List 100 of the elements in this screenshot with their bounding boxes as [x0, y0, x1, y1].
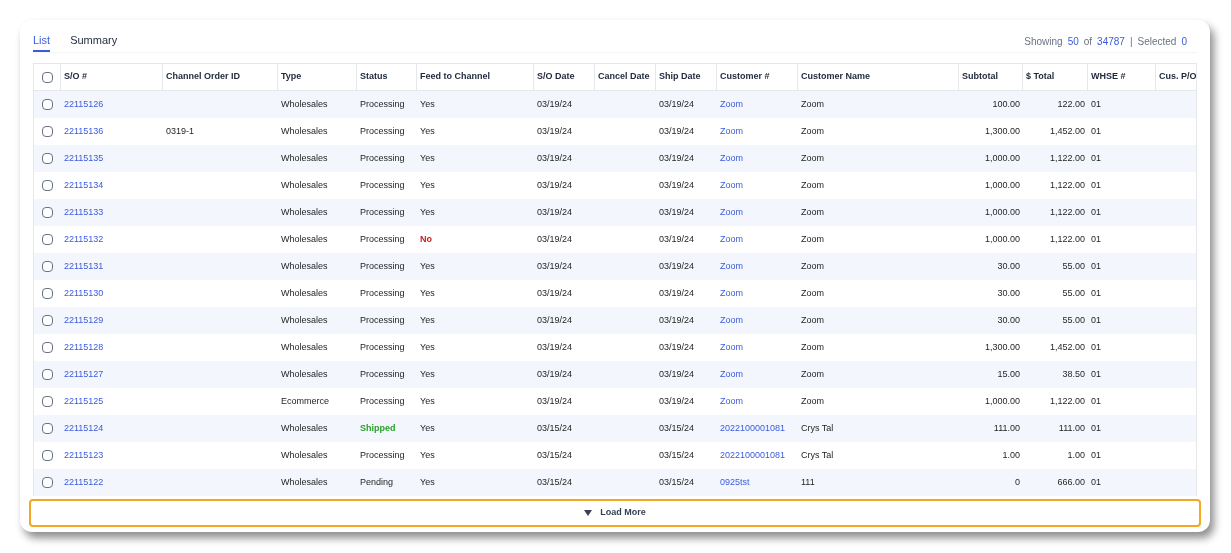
checkbox[interactable]: [42, 288, 53, 299]
table-cell-text: 1,452.00: [1049, 124, 1085, 138]
table-cell-text: 1.00: [1067, 448, 1085, 462]
table-cell-text: 03/19/24: [659, 151, 695, 165]
table-cell-text: 03/19/24: [537, 151, 573, 165]
link[interactable]: 0925tst: [720, 475, 750, 490]
column-header[interactable]: Channel Order ID: [166, 70, 240, 84]
checkbox[interactable]: [42, 369, 53, 380]
table-cell-text: 01: [1091, 124, 1101, 138]
link[interactable]: 22115128: [64, 340, 104, 355]
link[interactable]: Zoom: [720, 367, 743, 382]
table-cell-text: Yes: [420, 124, 435, 138]
column-header[interactable]: Ship Date: [659, 70, 701, 84]
checkbox[interactable]: [42, 423, 53, 434]
checkbox[interactable]: [42, 315, 53, 326]
link[interactable]: 22115134: [64, 178, 104, 193]
table-cell-text: 55.00: [1062, 259, 1085, 273]
table-cell-text: 1,452.00: [1049, 340, 1085, 354]
link[interactable]: Zoom: [720, 340, 743, 355]
link[interactable]: 22115126: [64, 97, 104, 112]
table-cell-text: Yes: [420, 475, 435, 489]
column-header[interactable]: S/O Date: [537, 70, 575, 84]
load-more-button[interactable]: Load More: [29, 499, 1201, 527]
link[interactable]: Zoom: [720, 205, 743, 220]
table-cell-text: Wholesales: [281, 286, 328, 300]
checkbox[interactable]: [42, 477, 53, 488]
checkbox[interactable]: [42, 153, 53, 164]
checkbox[interactable]: [41, 71, 53, 83]
link[interactable]: Zoom: [720, 124, 743, 139]
link[interactable]: 22115130: [64, 286, 104, 301]
column-header[interactable]: Customer Name: [801, 70, 871, 84]
checkbox[interactable]: [42, 126, 53, 137]
summary-label: Showing: [1024, 34, 1063, 49]
table-cell-text: 03/19/24: [659, 97, 695, 111]
link[interactable]: 22115129: [64, 313, 104, 328]
table-cell-text: Zoom: [801, 286, 824, 300]
table-cell-text: 03/19/24: [537, 232, 573, 246]
link[interactable]: Zoom: [720, 232, 743, 247]
table-cell-text: 01: [1091, 178, 1101, 192]
checkbox[interactable]: [42, 261, 53, 272]
link[interactable]: 22115125: [64, 394, 104, 409]
table-cell-text: Yes: [420, 313, 435, 327]
table-cell-text: Yes: [420, 151, 435, 165]
link[interactable]: 22115132: [64, 232, 104, 247]
column-header[interactable]: Cus. P/O: [1159, 70, 1196, 84]
table-cell-text: 03/19/24: [659, 259, 695, 273]
column-header[interactable]: Status: [360, 70, 388, 84]
link[interactable]: 22115135: [64, 151, 104, 166]
column-header[interactable]: $ Total: [1026, 70, 1055, 84]
link[interactable]: 2022100001081: [720, 421, 786, 436]
link[interactable]: 22115131: [64, 259, 104, 274]
column-header[interactable]: Customer #: [720, 70, 770, 84]
link[interactable]: Zoom: [720, 178, 743, 193]
table-cell-text: 03/19/24: [659, 367, 695, 381]
table-cell-text: Ecommerce: [281, 394, 329, 408]
link[interactable]: 22115123: [64, 448, 104, 463]
table-cell-text: 03/15/24: [537, 421, 573, 435]
table-cell-text: 111.00: [1058, 421, 1085, 435]
table-cell-text: Zoom: [801, 97, 824, 111]
checkbox[interactable]: [42, 396, 53, 407]
link[interactable]: 22115122: [64, 475, 104, 490]
table-cell-text: 1,122.00: [1049, 232, 1085, 246]
tab[interactable]: Summary: [70, 30, 118, 52]
column-header[interactable]: Feed to Channel: [420, 70, 490, 84]
table-cell-text: 03/19/24: [659, 313, 695, 327]
column-header[interactable]: WHSE #: [1091, 70, 1126, 84]
link[interactable]: Zoom: [720, 286, 743, 301]
link[interactable]: 2022100001081: [720, 448, 786, 463]
table-cell-text: 01: [1091, 232, 1101, 246]
link[interactable]: Zoom: [720, 151, 743, 166]
checkbox[interactable]: [42, 180, 53, 191]
table-cell-text: 01: [1091, 394, 1101, 408]
column-header[interactable]: Cancel Date: [598, 70, 650, 84]
checkbox[interactable]: [42, 342, 53, 353]
link[interactable]: 22115133: [64, 205, 104, 220]
link[interactable]: Zoom: [720, 313, 743, 328]
checkbox[interactable]: [42, 207, 53, 218]
checkbox[interactable]: [42, 234, 53, 245]
checkbox[interactable]: [42, 450, 53, 461]
column-header[interactable]: S/O #: [64, 70, 87, 84]
column-header[interactable]: Subtotal: [962, 70, 998, 84]
link[interactable]: Zoom: [720, 394, 743, 409]
table-cell-text: Wholesales: [281, 259, 328, 273]
link[interactable]: 22115136: [64, 124, 104, 139]
link[interactable]: 22115127: [64, 367, 104, 382]
table-cell-text: Wholesales: [281, 151, 328, 165]
table-cell-text: Wholesales: [281, 340, 328, 354]
checkbox[interactable]: [42, 99, 53, 110]
column-header[interactable]: Type: [281, 70, 302, 84]
table-cell-text: 03/19/24: [537, 124, 573, 138]
table-cell-text: 111.00: [993, 421, 1020, 435]
table-cell-text: 03/19/24: [537, 97, 573, 111]
table-cell-text: Crys Tal: [801, 421, 834, 435]
link[interactable]: Zoom: [720, 97, 743, 112]
table-cell-text: 03/15/24: [659, 421, 695, 435]
table-cell-text: 1.00: [1002, 448, 1020, 462]
tab[interactable]: List: [33, 30, 51, 52]
link[interactable]: 22115124: [64, 421, 104, 436]
table-cell-text: Wholesales: [281, 124, 328, 138]
link[interactable]: Zoom: [720, 259, 743, 274]
